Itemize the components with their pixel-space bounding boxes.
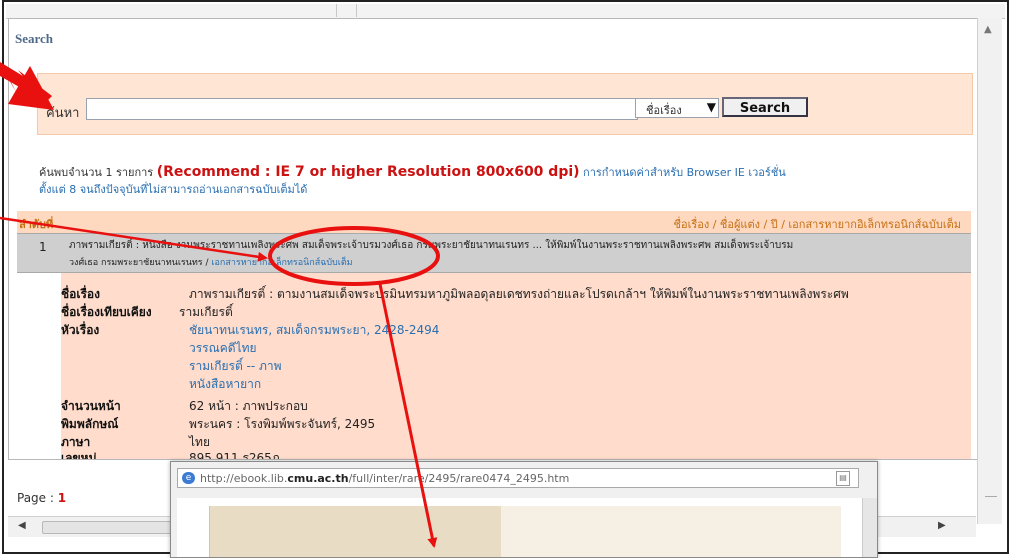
content-pane: Search ค้นหา ชื่อเรื่อง ▼ Search ค้นพบจำ… [8,18,978,505]
url-suffix: /full/inter/rare/2495/rare0474_2495.htm [348,472,570,485]
result-number: 1 [39,240,47,254]
recommend-notice: (Recommend : IE 7 or higher Resolution 8… [156,164,580,180]
detail-key: หัวเรื่อง [61,323,100,337]
scroll-up-icon[interactable]: ▲ [984,24,992,35]
tab-strip-segment [6,4,337,17]
search-field-selected-value: ชื่อเรื่อง [646,104,682,117]
tab-strip-segment [336,4,357,17]
pagination-label: Page : [17,491,54,505]
detail-value: 895.911 ร265ภ [189,451,280,459]
full-text-link[interactable]: เอกสารหายากอิเล็กทรอนิกส์ฉบับเต็ม [211,258,352,268]
subject-link[interactable]: รามเกียรติ์ -- ภาพ [189,357,282,376]
detail-key: จำนวนหน้า [61,399,121,413]
detail-key: ชื่อเรื่อง [61,287,100,301]
result-row[interactable]: 1 ภาพรามเกียรติ์ : หนังสือ งานพระราชทานเ… [17,233,971,273]
browser-settings-link-cont[interactable]: ตั้งแต่ 8 จนถึงปัจจุบันที่ไม่สามารถอ่านเ… [39,183,307,196]
popup-address-bar[interactable]: e http://ebook.lib.cmu.ac.th/full/inter/… [177,468,859,488]
page-icon: ▤ [836,471,850,486]
scroll-right-icon[interactable]: ▶ [938,520,946,531]
search-field-select[interactable]: ชื่อเรื่อง ▼ [635,98,719,118]
popup-content [177,498,869,557]
detail-key: ชื่อเรื่องเทียบเคียง [61,305,152,319]
column-title-header: ชื่อเรื่อง / ชื่อผู้แต่ง / ปี / เอกสารหา… [673,218,962,231]
result-title: ภาพรามเกียรติ์ : หนังสือ งานพระราชทานเพล… [69,240,794,251]
detail-value: พระนคร : โรงพิมพ์พระจันทร์, 2495 [189,417,376,431]
search-label: ค้นหา [46,106,80,121]
results-summary: ค้นพบจำนวน 1 รายการ (Recommend : IE 7 or… [39,164,969,198]
detail-key: พิมพลักษณ์ [61,417,119,431]
url-prefix: http://ebook.lib. [200,472,288,485]
result-title-cont: วงศ์เธอ กรมพระยาชัยนาทนเรนทร / เอกสารหาย… [69,255,959,269]
subject-link[interactable]: ชัยนาทนเรนทร, สมเด็จกรมพระยา, 2428-2494 [189,321,439,340]
results-count: ค้นพบจำนวน 1 รายการ [39,166,154,179]
search-panel: ค้นหา ชื่อเรื่อง ▼ Search [37,73,973,135]
search-input[interactable] [86,98,638,120]
column-order-header: ลำดับที่ [19,218,54,231]
detail-key: เลขหมู่ [61,451,97,459]
detail-value: 62 หน้า : ภาพประกอบ [189,399,308,413]
subject-link[interactable]: วรรณคดีไทย [189,339,257,358]
results-table-header: ลำดับที่ ชื่อเรื่อง / ชื่อผู้แต่ง / ปี /… [17,211,971,233]
search-section-title: Search [15,31,54,46]
window-top-strip [6,4,1005,19]
record-details: ชื่อเรื่อง ภาพรามเกียรติ์ : ตามงานสมเด็จพ… [61,273,971,459]
url-domain: cmu.ac.th [287,472,349,485]
subject-link[interactable]: หนังสือหายาก [189,375,261,394]
horizontal-scroll-thumb[interactable] [42,521,176,534]
dropdown-arrow-icon: ▼ [706,100,716,114]
detail-value: ภาพรามเกียรติ์ : ตามงานสมเด็จพระปรมินทรม… [189,287,849,301]
ie-icon: e [182,472,195,484]
scroll-left-icon[interactable]: ◀ [18,520,26,531]
detail-value: รามเกียรติ์ [179,305,233,319]
search-button[interactable]: Search [722,97,808,117]
scanned-page-image [209,506,502,557]
current-page[interactable]: 1 [58,491,66,505]
popup-scrollbar[interactable] [862,498,877,557]
popup-url: http://ebook.lib.cmu.ac.th/full/inter/ra… [200,472,569,485]
popup-window: e http://ebook.lib.cmu.ac.th/full/inter/… [170,461,878,558]
pagination: Page : 1 [17,491,66,505]
vertical-scrollbar[interactable]: ▲ [977,18,1002,524]
scroll-thumb[interactable] [985,496,997,497]
browser-settings-link[interactable]: การกำหนดค่าสำหรับ Browser IE เวอร์ชั่น [583,166,786,179]
scanned-page-image [501,506,841,557]
result-author: วงศ์เธอ กรมพระยาชัยนาทนเรนทร / [69,258,209,268]
